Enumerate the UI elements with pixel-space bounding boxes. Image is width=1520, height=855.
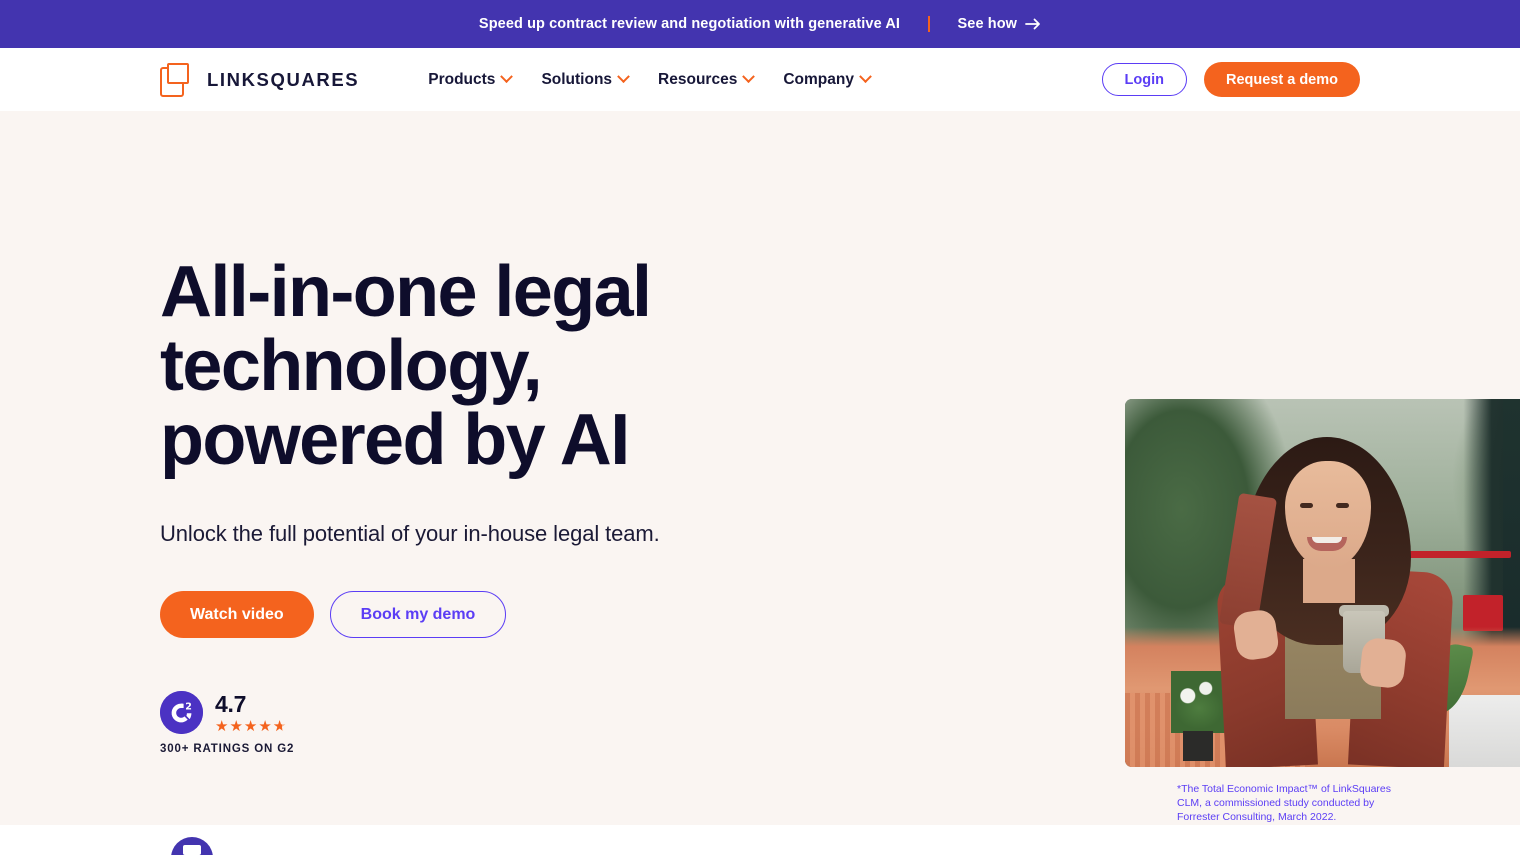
- announcement-link-label: See how: [957, 16, 1018, 32]
- arrow-right-icon: [1025, 18, 1041, 30]
- request-demo-button[interactable]: Request a demo: [1204, 62, 1360, 97]
- announcement-divider: [928, 16, 930, 32]
- hero-copy: All-in-one legal technology, powered by …: [160, 255, 800, 755]
- hero-title-line-2: technology,: [160, 326, 543, 407]
- photo-eye-left: [1300, 503, 1313, 508]
- hero-cta-group: Watch video Book my demo: [160, 591, 800, 639]
- photo-hand-left: [1231, 608, 1281, 662]
- hero-image: [1125, 399, 1520, 767]
- page-title: All-in-one legal technology, powered by …: [160, 255, 800, 477]
- main-navigation: Products Solutions Resources Company: [428, 70, 872, 89]
- photo-plant-pot: [1183, 731, 1213, 761]
- nav-label: Resources: [658, 70, 738, 88]
- g2-meta: 4.7 ★ ★ ★ ★ ★ ★: [215, 692, 286, 734]
- chevron-down-icon: [742, 70, 756, 84]
- hero-title-line-1: All-in-one legal: [160, 252, 652, 332]
- hero-inner: All-in-one legal technology, powered by …: [0, 111, 1520, 825]
- g2-score: 4.7: [215, 690, 247, 717]
- announcement-message: Speed up contract review and negotiation…: [478, 16, 901, 32]
- photo-red-rail-vertical: [1463, 595, 1503, 631]
- photo-flower-plant: [1171, 671, 1227, 733]
- header-actions: Login Request a demo: [1101, 62, 1360, 97]
- site-header: LINKSQUARES Products Solutions Resources…: [0, 48, 1520, 111]
- star-rating: ★ ★ ★ ★ ★ ★: [215, 719, 286, 734]
- announcement-see-how-link[interactable]: See how: [958, 16, 1042, 32]
- photo-eye-right: [1336, 503, 1349, 508]
- logo-wordmark: LINKSQUARES: [207, 68, 360, 90]
- hero-title-line-3: powered by AI: [160, 400, 630, 481]
- hero-footnote: *The Total Economic Impact™ of LinkSquar…: [1177, 783, 1391, 824]
- nav-item-products[interactable]: Products: [428, 70, 514, 89]
- login-button[interactable]: Login: [1101, 63, 1187, 96]
- photo-white-furniture: [1449, 695, 1520, 767]
- chevron-down-icon: [617, 70, 630, 84]
- next-section-strip: [0, 825, 1520, 855]
- linksquares-logo-icon: [160, 62, 194, 97]
- svg-text:2: 2: [185, 702, 192, 713]
- nav-item-resources[interactable]: Resources: [658, 70, 756, 89]
- nav-item-company[interactable]: Company: [783, 70, 872, 89]
- site-logo[interactable]: LINKSQUARES: [160, 62, 360, 97]
- watch-video-button[interactable]: Watch video: [160, 591, 314, 639]
- partial-badge-mark: [183, 845, 201, 855]
- page-root: Speed up contract review and negotiation…: [0, 0, 1520, 855]
- chevron-down-icon: [859, 70, 872, 84]
- hero-section: All-in-one legal technology, powered by …: [0, 111, 1520, 825]
- g2-badge-icon: 2: [160, 691, 203, 735]
- star-icon: ★: [258, 718, 272, 736]
- chevron-down-icon: [500, 70, 514, 84]
- star-icon: ★: [215, 718, 229, 736]
- nav-item-solutions[interactable]: Solutions: [541, 70, 630, 89]
- nav-label: Products: [428, 70, 496, 88]
- star-icon: ★: [229, 718, 243, 736]
- book-demo-button[interactable]: Book my demo: [329, 591, 507, 639]
- g2-ratings-caption: 300+ RATINGS ON G2: [160, 743, 295, 756]
- hero-subtitle: Unlock the full potential of your in-hou…: [160, 521, 660, 547]
- star-icon-partial: ★ ★: [272, 718, 287, 736]
- nav-label: Solutions: [541, 70, 613, 88]
- photo-hand-right: [1358, 636, 1408, 690]
- partial-circle-badge: [171, 837, 213, 855]
- announcement-bar: Speed up contract review and negotiation…: [0, 0, 1520, 48]
- g2-rating-block: 2 4.7 ★ ★ ★ ★ ★ ★ 300+ RATINGS ON G2: [160, 691, 500, 755]
- nav-label: Company: [783, 70, 854, 88]
- star-icon: ★: [243, 718, 258, 736]
- g2-rating-row: 2 4.7 ★ ★ ★ ★ ★ ★: [160, 691, 500, 735]
